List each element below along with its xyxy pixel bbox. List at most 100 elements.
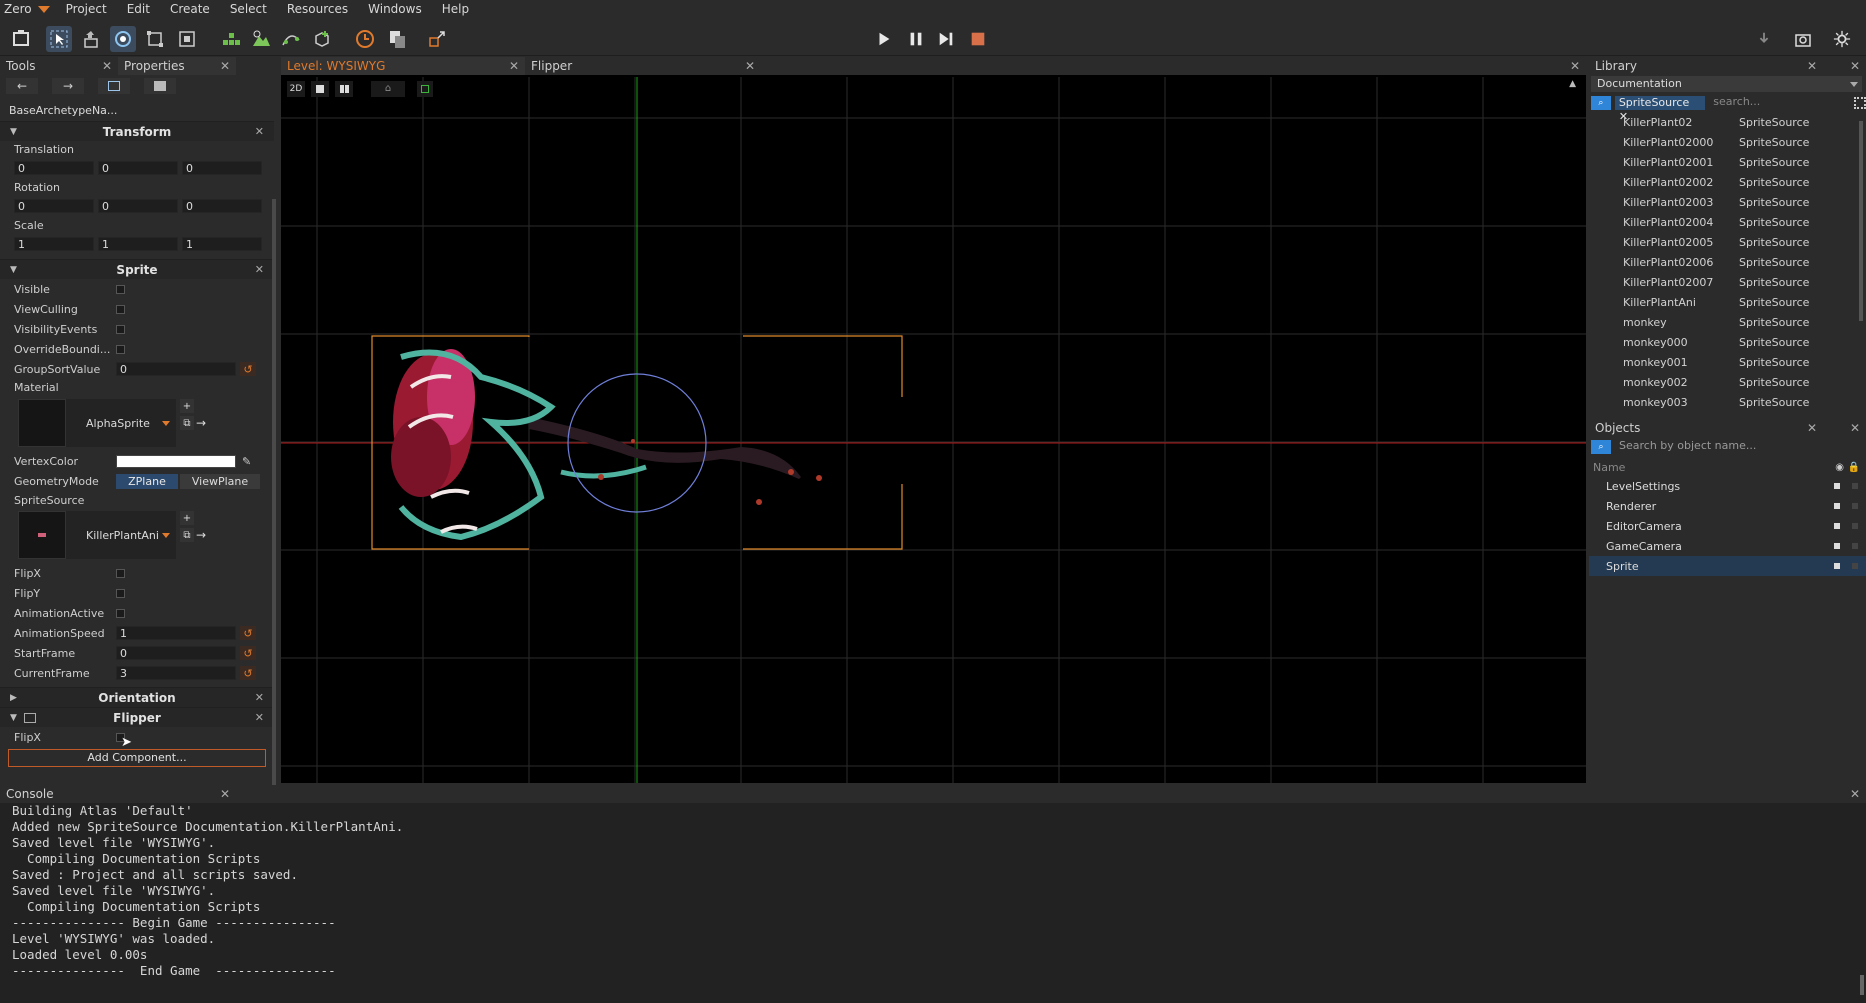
play-button[interactable] <box>873 28 895 50</box>
translation-x-field[interactable]: 0 <box>14 161 94 175</box>
close-icon[interactable]: ✕ <box>102 57 112 75</box>
archetype-button[interactable] <box>144 78 176 94</box>
library-item[interactable]: KillerPlant02004 SpriteSource <box>1589 212 1866 232</box>
tab-tools[interactable]: Tools ✕ <box>0 57 118 75</box>
translation-y-field[interactable]: 0 <box>98 161 178 175</box>
lock-toggle-icon[interactable] <box>1852 503 1858 509</box>
library-item[interactable]: KillerPlant02 SpriteSource <box>1589 112 1866 132</box>
visibility-toggle-icon[interactable] <box>1834 483 1840 489</box>
scale-tool-icon[interactable] <box>142 26 168 52</box>
flip-x-checkbox[interactable] <box>116 568 125 578</box>
back-button[interactable]: ← <box>6 78 38 94</box>
stop-button[interactable] <box>967 28 989 50</box>
start-frame-field[interactable]: 0 <box>116 646 236 660</box>
close-icon[interactable]: ✕ <box>1807 57 1817 75</box>
menu-windows[interactable]: Windows <box>358 0 432 18</box>
menu-edit[interactable]: Edit <box>117 0 160 18</box>
add-icon[interactable]: + <box>180 399 194 413</box>
zero-menu[interactable]: Zero <box>0 2 56 16</box>
rotation-y-field[interactable]: 0 <box>98 199 178 213</box>
download-icon[interactable] <box>1753 28 1775 50</box>
scale-y-field[interactable]: 1 <box>98 237 178 251</box>
close-icon[interactable]: ✕ <box>220 57 230 75</box>
remove-component-icon[interactable]: ✕ <box>255 125 264 138</box>
close-icon[interactable]: ✕ <box>1850 59 1860 73</box>
copy-icon[interactable]: ⧉ <box>180 528 194 542</box>
tab-library[interactable]: Library ✕ <box>1589 57 1823 75</box>
objects-search-input[interactable]: Search by object name... <box>1615 440 1855 454</box>
library-item[interactable]: KillerPlant02001 SpriteSource <box>1589 152 1866 172</box>
lock-toggle-icon[interactable] <box>1852 483 1858 489</box>
translate-tool-icon[interactable] <box>78 26 104 52</box>
close-icon[interactable]: ✕ <box>1807 419 1817 437</box>
override-bounding-checkbox[interactable] <box>116 344 125 354</box>
library-item[interactable]: monkey SpriteSource <box>1589 312 1866 332</box>
remove-component-icon[interactable]: ✕ <box>255 263 264 276</box>
rotation-x-field[interactable]: 0 <box>14 199 94 213</box>
eyedropper-icon[interactable]: ✎ <box>242 455 251 468</box>
settings-icon[interactable] <box>1831 28 1853 50</box>
vertex-color-swatch[interactable] <box>116 454 236 468</box>
library-item[interactable]: KillerPlant02003 SpriteSource <box>1589 192 1866 212</box>
animation-speed-field[interactable]: 1 <box>116 626 236 640</box>
close-icon[interactable]: ✕ <box>1850 421 1860 435</box>
rotation-z-field[interactable]: 0 <box>182 199 262 213</box>
tab-level-wysiwyg[interactable]: Level: WYSIWYG ✕ <box>281 57 525 75</box>
clone-icon[interactable] <box>384 26 410 52</box>
lock-icon[interactable]: 🔒 <box>1848 462 1860 473</box>
new-object-tool-icon[interactable] <box>8 26 34 52</box>
camera-icon[interactable]: ⌂ <box>371 81 405 97</box>
translation-z-field[interactable]: 0 <box>182 161 262 175</box>
library-item[interactable]: monkey003 SpriteSource <box>1589 392 1866 412</box>
level-viewport[interactable]: 2D ⌂ ▲ <box>281 77 1586 783</box>
lock-toggle-icon[interactable] <box>1852 523 1858 529</box>
scale-x-field[interactable]: 1 <box>14 237 94 251</box>
console-scrollbar[interactable] <box>1860 975 1864 995</box>
library-item[interactable]: KillerPlantAni SpriteSource <box>1589 292 1866 312</box>
tab-console[interactable]: Console ✕ <box>0 785 236 803</box>
object-row[interactable]: GameCamera <box>1589 536 1866 556</box>
go-to-resource-icon[interactable]: → <box>196 528 206 542</box>
tab-objects[interactable]: Objects ✕ <box>1589 419 1823 437</box>
library-scrollbar[interactable] <box>1859 121 1863 321</box>
split-view-button[interactable] <box>335 81 353 97</box>
sprite-section-header[interactable]: ▼ Sprite ✕ <box>0 259 274 279</box>
library-item[interactable]: KillerPlant02000 SpriteSource <box>1589 132 1866 152</box>
tab-flipper[interactable]: Flipper ✕ <box>525 57 761 75</box>
tile-paint-tool-icon[interactable] <box>218 26 244 52</box>
zplane-option[interactable]: ZPlane <box>116 473 178 489</box>
properties-scrollbar[interactable] <box>272 199 276 829</box>
scale-z-field[interactable]: 1 <box>182 237 262 251</box>
history-icon[interactable] <box>352 26 378 52</box>
object-row[interactable]: EditorCamera <box>1589 516 1866 536</box>
remove-component-icon[interactable]: ✕ <box>255 711 264 724</box>
eye-icon[interactable]: ◉ <box>1835 462 1844 473</box>
transform-section-header[interactable]: ▼ Transform ✕ <box>0 121 274 141</box>
library-item[interactable]: KillerPlant02002 SpriteSource <box>1589 172 1866 192</box>
go-to-resource-icon[interactable]: → <box>196 416 206 430</box>
close-icon[interactable]: ✕ <box>1570 59 1580 73</box>
tab-properties[interactable]: Properties ✕ <box>118 57 236 75</box>
add-physics-tool-icon[interactable] <box>308 26 334 52</box>
flipper-section-header[interactable]: ▼ Flipper ✕ <box>0 707 274 727</box>
sprite-source-dropdown[interactable]: KillerPlantAni <box>66 511 176 559</box>
flip-y-checkbox[interactable] <box>116 588 125 598</box>
visibility-toggle-icon[interactable] <box>1834 543 1840 549</box>
lock-toggle-icon[interactable] <box>1852 543 1858 549</box>
visibility-events-checkbox[interactable] <box>116 324 125 334</box>
close-icon[interactable]: ✕ <box>509 57 519 75</box>
copy-icon[interactable]: ⧉ <box>180 416 194 430</box>
single-view-button[interactable] <box>311 81 329 97</box>
menu-select[interactable]: Select <box>220 0 277 18</box>
step-button[interactable] <box>935 28 957 50</box>
material-dropdown[interactable]: AlphaSprite <box>66 399 176 447</box>
viewport-options-icon[interactable]: ▲ <box>1569 79 1576 89</box>
close-icon[interactable]: ✕ <box>220 785 230 803</box>
select-tool-icon[interactable] <box>46 26 72 52</box>
manipulator-tool-icon[interactable] <box>174 26 200 52</box>
grid-view-icon[interactable] <box>1854 97 1866 109</box>
reset-icon[interactable]: ↺ <box>240 646 256 660</box>
library-item[interactable]: monkey000 SpriteSource <box>1589 332 1866 352</box>
current-frame-field[interactable]: 3 <box>116 666 236 680</box>
snap-icon[interactable] <box>424 26 450 52</box>
